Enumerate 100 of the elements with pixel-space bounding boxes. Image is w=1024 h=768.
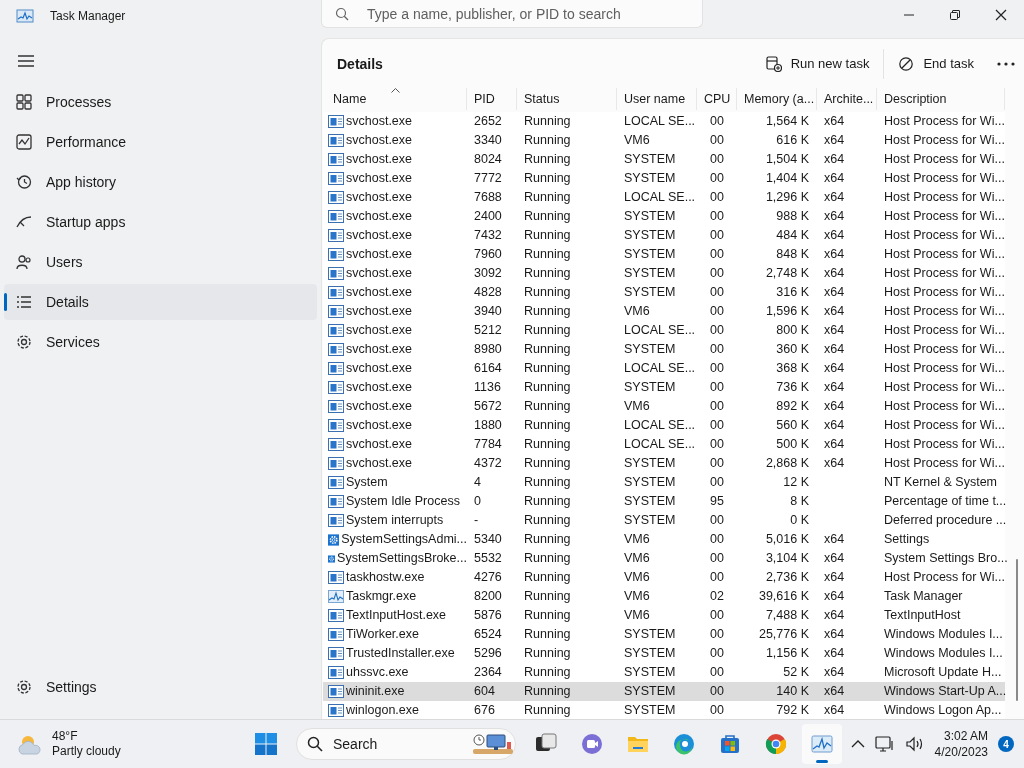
run-task-icon bbox=[765, 55, 782, 72]
column-header[interactable]: CPU bbox=[697, 88, 737, 110]
scrollbar[interactable] bbox=[1016, 559, 1018, 701]
sidebar-item[interactable]: Details bbox=[4, 284, 317, 320]
user-name: LOCAL SE... bbox=[623, 360, 697, 377]
table-row[interactable]: svchost.exe 5212 Running LOCAL SE... 00 800 K x64 Host Process for Wi... bbox=[323, 321, 1005, 340]
column-header[interactable]: Description bbox=[877, 88, 1005, 110]
table-row[interactable]: svchost.exe 1136 Running SYSTEM 00 736 K x64 Host Process for Wi... bbox=[323, 378, 1005, 397]
column-header[interactable]: Memory (a... bbox=[737, 88, 817, 110]
sidebar-item[interactable]: Startup apps bbox=[4, 204, 317, 240]
table-row[interactable]: svchost.exe 7784 Running LOCAL SE... 00 500 K x64 Host Process for Wi... bbox=[323, 435, 1005, 454]
program-icon bbox=[328, 417, 344, 434]
taskbar-search[interactable]: Search bbox=[296, 728, 516, 760]
search-field[interactable]: Type a name, publisher, or PID to search bbox=[321, 0, 703, 28]
column-header[interactable]: User name bbox=[617, 88, 697, 110]
table-row[interactable]: svchost.exe 3940 Running VM6 00 1,596 K x64 Host Process for Wi... bbox=[323, 302, 1005, 321]
process-name: svchost.exe bbox=[346, 303, 412, 320]
cpu-usage: 00 bbox=[709, 664, 725, 681]
process-id: 3940 bbox=[473, 303, 503, 320]
memory-usage: 5,016 K bbox=[764, 531, 810, 548]
user-name: SYSTEM bbox=[623, 246, 677, 263]
process-status: Running bbox=[523, 683, 572, 700]
table-row[interactable]: svchost.exe 8024 Running SYSTEM 00 1,504 K x64 Host Process for Wi... bbox=[323, 150, 1005, 169]
memory-usage: 8 K bbox=[789, 493, 810, 510]
notification-badge[interactable]: 4 bbox=[998, 736, 1014, 752]
table-row[interactable]: svchost.exe 8980 Running SYSTEM 00 360 K x64 Host Process for Wi... bbox=[323, 340, 1005, 359]
browser-icon[interactable] bbox=[764, 732, 788, 756]
table-row[interactable]: System 4 Running SYSTEM 00 12 K NT Kernel & System bbox=[323, 473, 1005, 492]
table-row[interactable]: svchost.exe 3092 Running SYSTEM 00 2,748 K x64 Host Process for Wi... bbox=[323, 264, 1005, 283]
description: Host Process for Wi... bbox=[883, 303, 1005, 320]
table-row[interactable]: SystemSettingsAdmi... 5340 Running VM6 00 5,016 K x64 Settings bbox=[323, 530, 1005, 549]
table-row[interactable]: Taskmgr.exe 8200 Running VM6 02 39,616 K x64 Task Manager bbox=[323, 587, 1005, 606]
sidebar-item[interactable]: Processes bbox=[4, 84, 317, 120]
table-row[interactable]: taskhostw.exe 4276 Running VM6 00 2,736 K x64 Host Process for Wi... bbox=[323, 568, 1005, 587]
program-icon bbox=[328, 626, 344, 643]
table-row[interactable]: uhssvc.exe 2364 Running SYSTEM 00 52 K x64 Microsoft Update H... bbox=[323, 663, 1005, 682]
table-row[interactable]: TiWorker.exe 6524 Running SYSTEM 00 25,776 K x64 Windows Modules I... bbox=[323, 625, 1005, 644]
memory-usage: 39,616 K bbox=[757, 588, 810, 605]
task-manager-icon[interactable] bbox=[810, 732, 834, 756]
menu-icon[interactable] bbox=[16, 52, 36, 70]
cpu-usage: 00 bbox=[709, 132, 725, 149]
run-task-button[interactable]: Run new task bbox=[753, 47, 882, 80]
table-row[interactable]: svchost.exe 2400 Running SYSTEM 00 988 K x64 Host Process for Wi... bbox=[323, 207, 1005, 226]
store-icon[interactable] bbox=[718, 732, 742, 756]
table-row[interactable]: svchost.exe 4372 Running SYSTEM 00 2,868 K x64 Host Process for Wi... bbox=[323, 454, 1005, 473]
close-icon[interactable] bbox=[995, 9, 1007, 21]
table-row[interactable]: System Idle Process 0 Running SYSTEM 95 8 K Percentage of time t... bbox=[323, 492, 1005, 511]
chevron-up-icon[interactable] bbox=[850, 740, 865, 748]
sidebar-item[interactable]: Users bbox=[4, 244, 317, 280]
column-header[interactable]: Archite... bbox=[817, 88, 877, 110]
cpu-usage: 00 bbox=[709, 189, 725, 206]
column-header[interactable]: PID bbox=[467, 88, 517, 110]
memory-usage: 500 K bbox=[775, 436, 810, 453]
column-header[interactable]: Name bbox=[323, 88, 467, 110]
more-icon[interactable] bbox=[997, 61, 1015, 66]
architecture: x64 bbox=[823, 189, 846, 206]
process-name: svchost.exe bbox=[346, 208, 412, 225]
cpu-usage: 00 bbox=[709, 208, 725, 225]
sidebar-item[interactable]: Performance bbox=[4, 124, 317, 160]
table-row[interactable]: svchost.exe 6164 Running LOCAL SE... 00 368 K x64 Host Process for Wi... bbox=[323, 359, 1005, 378]
process-status: Running bbox=[523, 550, 572, 567]
table-row[interactable]: System interrupts - Running SYSTEM 00 0 K Deferred procedure ... bbox=[323, 511, 1005, 530]
table-row[interactable]: svchost.exe 2652 Running LOCAL SE... 00 1,564 K x64 Host Process for Wi... bbox=[323, 112, 1005, 131]
table-row[interactable]: svchost.exe 7432 Running SYSTEM 00 484 K x64 Host Process for Wi... bbox=[323, 226, 1005, 245]
table-row[interactable]: svchost.exe 7960 Running SYSTEM 00 848 K x64 Host Process for Wi... bbox=[323, 245, 1005, 264]
process-name: svchost.exe bbox=[346, 189, 412, 206]
settings-item[interactable]: Settings bbox=[4, 669, 317, 705]
table-row[interactable]: svchost.exe 5672 Running VM6 00 892 K x64 Host Process for Wi... bbox=[323, 397, 1005, 416]
end-task-button[interactable]: End task bbox=[886, 47, 986, 80]
architecture: x64 bbox=[823, 208, 846, 225]
cpu-usage: 00 bbox=[709, 436, 725, 453]
volume-icon[interactable] bbox=[904, 736, 925, 752]
process-status: Running bbox=[523, 436, 572, 453]
table-row[interactable]: svchost.exe 3340 Running VM6 00 616 K x64 Host Process for Wi... bbox=[323, 131, 1005, 150]
program-icon bbox=[328, 436, 344, 453]
table-row[interactable]: TrustedInstaller.exe 5296 Running SYSTEM 00 1,156 K x64 Windows Modules I... bbox=[323, 644, 1005, 663]
description: Host Process for Wi... bbox=[883, 113, 1005, 130]
table-row[interactable]: SystemSettingsBroke... 5532 Running VM6 00 3,104 K x64 System Settings Bro... bbox=[323, 549, 1005, 568]
table-row[interactable]: svchost.exe 7688 Running LOCAL SE... 00 1,296 K x64 Host Process for Wi... bbox=[323, 188, 1005, 207]
process-name: svchost.exe bbox=[346, 436, 412, 453]
table-row[interactable]: wininit.exe 604 Running SYSTEM 00 140 K x64 Windows Start-Up A... bbox=[323, 682, 1005, 701]
network-icon[interactable] bbox=[874, 735, 895, 753]
gear-icon bbox=[328, 531, 340, 548]
user-name: SYSTEM bbox=[623, 208, 677, 225]
chat-icon[interactable] bbox=[580, 732, 604, 756]
user-name: SYSTEM bbox=[623, 702, 677, 719]
program-icon bbox=[328, 208, 344, 225]
process-status: Running bbox=[523, 417, 572, 434]
column-header[interactable]: Status bbox=[517, 88, 617, 110]
table-row[interactable]: svchost.exe 4828 Running SYSTEM 00 316 K x64 Host Process for Wi... bbox=[323, 283, 1005, 302]
table-row[interactable]: TextInputHost.exe 5876 Running VM6 00 7,488 K x64 TextInputHost bbox=[323, 606, 1005, 625]
sidebar-item[interactable]: Services bbox=[4, 324, 317, 360]
start-icon[interactable] bbox=[254, 732, 278, 756]
table-row[interactable]: svchost.exe 1880 Running LOCAL SE... 00 560 K x64 Host Process for Wi... bbox=[323, 416, 1005, 435]
memory-usage: 1,596 K bbox=[764, 303, 810, 320]
edge-icon[interactable] bbox=[672, 732, 696, 756]
restore-icon[interactable] bbox=[949, 9, 961, 21]
cpu-usage: 00 bbox=[709, 398, 725, 415]
table-row[interactable]: svchost.exe 7772 Running SYSTEM 00 1,404 K x64 Host Process for Wi... bbox=[323, 169, 1005, 188]
sidebar-item[interactable]: App history bbox=[4, 164, 317, 200]
